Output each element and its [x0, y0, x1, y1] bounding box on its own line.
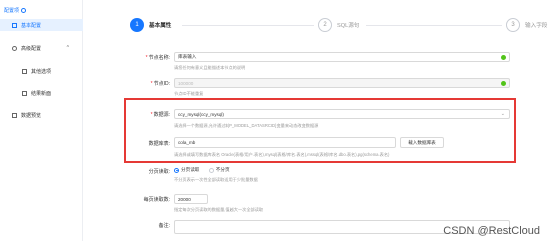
- step-basic-props[interactable]: 1 基本属性: [130, 18, 171, 32]
- step-connector: [182, 25, 314, 26]
- sidebar-item-label: 高级配置: [21, 45, 42, 52]
- grid-icon: [12, 22, 17, 28]
- radio-paging-on[interactable]: 分页读取: [174, 167, 199, 173]
- step-label: 基本属性: [149, 23, 172, 29]
- step-number: 2: [318, 18, 332, 32]
- check-circle-icon: [501, 81, 506, 86]
- schema-hint: 请选择或填写数据库表名 Oracle(表格/用户.表名),mysql(表格/库名…: [174, 152, 390, 157]
- step-indicator: 1 基本属性 2 SQL源句 3 输入字段: [130, 18, 550, 34]
- paging-radio-group: 分页读取 不分页: [174, 167, 238, 175]
- sidebar-item-advanced-config[interactable]: 高级配置 ^: [0, 42, 83, 54]
- chevron-up-icon[interactable]: ^: [67, 45, 69, 51]
- step-input-fields[interactable]: 3 输入字段: [506, 18, 547, 32]
- step-label: SQL源句: [337, 23, 360, 29]
- sidebar-item-label: 其他选项: [31, 68, 52, 75]
- node-id-hint: 节点ID不能重复: [174, 91, 204, 96]
- sidebar: 配置项 基本配置 高级配置 ^ 其他选项 结果新面 数据预览: [0, 0, 83, 241]
- node-name-label: *节点名称:: [145, 55, 170, 61]
- step-label: 输入字段: [525, 23, 548, 29]
- radio-dot: [208, 167, 214, 173]
- check-circle-icon: [501, 55, 506, 60]
- grid-icon: [22, 68, 27, 74]
- step-number: 1: [130, 18, 144, 32]
- page-size-label: 每页读取数:: [143, 197, 170, 203]
- schema-input[interactable]: cola_mb: [174, 137, 396, 148]
- datasource-hint: 请选择一个数据源,允许通过${P_MODEL_DATASRCID}变量来动态改变…: [174, 123, 319, 128]
- node-name-hint: 请您任何有意义且能描述本节点的说明: [174, 65, 246, 70]
- datasource-select[interactable]: ccy_mysql(ccy_mysql) ⌄: [174, 109, 510, 119]
- datasource-label: *数据源:: [150, 112, 170, 118]
- radio-dot: [174, 167, 179, 173]
- node-id-input[interactable]: 100000: [174, 78, 510, 88]
- radio-paging-off[interactable]: 不分页: [208, 167, 230, 173]
- sidebar-header-label: 配置项: [4, 8, 20, 14]
- page-size-hint: 指定每次分页读取的数据量,值越大一次全部读取: [174, 207, 264, 212]
- sidebar-item-label: 基本配置: [21, 22, 42, 29]
- load-tables-button[interactable]: 载入数据库表: [400, 137, 444, 148]
- sidebar-header: 配置项: [4, 7, 27, 14]
- sidebar-item-result-page[interactable]: 结果新面: [0, 87, 83, 99]
- chevron-down-icon: ⌄: [500, 111, 505, 117]
- settings-icon: [12, 45, 17, 51]
- remark-label: 备注:: [158, 223, 170, 229]
- step-sql[interactable]: 2 SQL源句: [318, 18, 359, 32]
- sidebar-item-basic-config[interactable]: 基本配置: [0, 19, 83, 31]
- grid-icon: [12, 112, 17, 118]
- step-connector: [366, 25, 502, 26]
- paging-label: 分页读取:: [148, 169, 170, 175]
- schema-label: 数据库表:: [148, 141, 170, 147]
- node-name-input[interactable]: 库表输入: [174, 52, 510, 62]
- node-id-label: *节点ID:: [150, 81, 170, 87]
- page-size-input[interactable]: 20000: [174, 194, 208, 204]
- paging-hint: 不分页表示一次性全部读取适用于少批量数据: [174, 177, 258, 182]
- grid-icon: [22, 90, 27, 96]
- step-number: 3: [506, 18, 520, 32]
- sidebar-item-other-options[interactable]: 其他选项: [0, 65, 83, 77]
- sidebar-item-label: 数据预览: [21, 112, 42, 119]
- gear-icon[interactable]: [21, 8, 27, 13]
- sidebar-item-data-preview[interactable]: 数据预览: [0, 109, 83, 121]
- sidebar-item-label: 结果新面: [31, 90, 52, 97]
- watermark: CSDN @RestCloud: [443, 225, 540, 237]
